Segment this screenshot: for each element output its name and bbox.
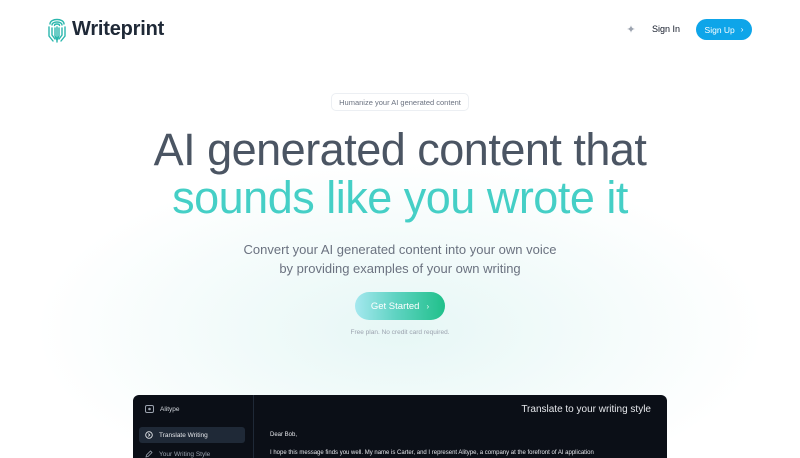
app-sidebar: Alitype Translate Writing Your Writing S… (133, 395, 254, 458)
sign-up-label: Sign Up (704, 24, 735, 35)
sidebar-item-label: Translate Writing (159, 431, 208, 439)
free-plan-note: Free plan. No credit card required. (350, 329, 450, 336)
headline-primary: AI generated content that (153, 124, 647, 175)
get-started-button[interactable]: Get Started › (355, 292, 445, 320)
sparkle-icon[interactable]: ✦ (624, 22, 638, 36)
chevron-right-icon: › (426, 301, 430, 311)
circle-arrow-icon (145, 431, 153, 439)
app-brand-name: Alitype (160, 405, 180, 413)
subtitle-line-2: by providing examples of your own writin… (279, 261, 521, 276)
sidebar-item-translate-writing[interactable]: Translate Writing (139, 427, 245, 443)
brand-name: Writeprint (72, 17, 165, 40)
brand-logo[interactable]: Writeprint (46, 13, 164, 45)
get-started-label: Get Started (370, 300, 420, 312)
fingerprint-logo-icon (48, 18, 66, 43)
app-brand: Alitype (145, 405, 180, 413)
sidebar-item-label: Your Writing Style (159, 450, 211, 458)
hero-badge: Humanize your AI generated content (331, 93, 469, 111)
site-header: Writeprint ✦ Sign In Sign Up › (0, 0, 800, 58)
editor-greeting: Dear Bob, (270, 432, 298, 438)
chevron-right-icon: › (740, 25, 744, 34)
pen-icon (145, 450, 153, 458)
editor-body-text: I hope this message finds you well. My n… (270, 450, 594, 456)
app-panel-title: Translate to your writing style (521, 404, 651, 415)
headline-accent: sounds like you wrote it (172, 172, 628, 223)
hero-subtitle: Convert your AI generated content into y… (0, 240, 800, 278)
sign-up-button[interactable]: Sign Up › (696, 19, 752, 40)
background-glow (0, 0, 800, 458)
sign-in-link[interactable]: Sign In (652, 21, 680, 37)
app-editor-content[interactable]: Dear Bob, I hope this message finds you … (270, 431, 594, 458)
sidebar-item-your-writing-style[interactable]: Your Writing Style (139, 446, 245, 458)
alitype-logo-icon (145, 405, 154, 413)
subtitle-line-1: Convert your AI generated content into y… (243, 242, 557, 257)
app-preview: Alitype Translate Writing Your Writing S… (133, 395, 667, 458)
